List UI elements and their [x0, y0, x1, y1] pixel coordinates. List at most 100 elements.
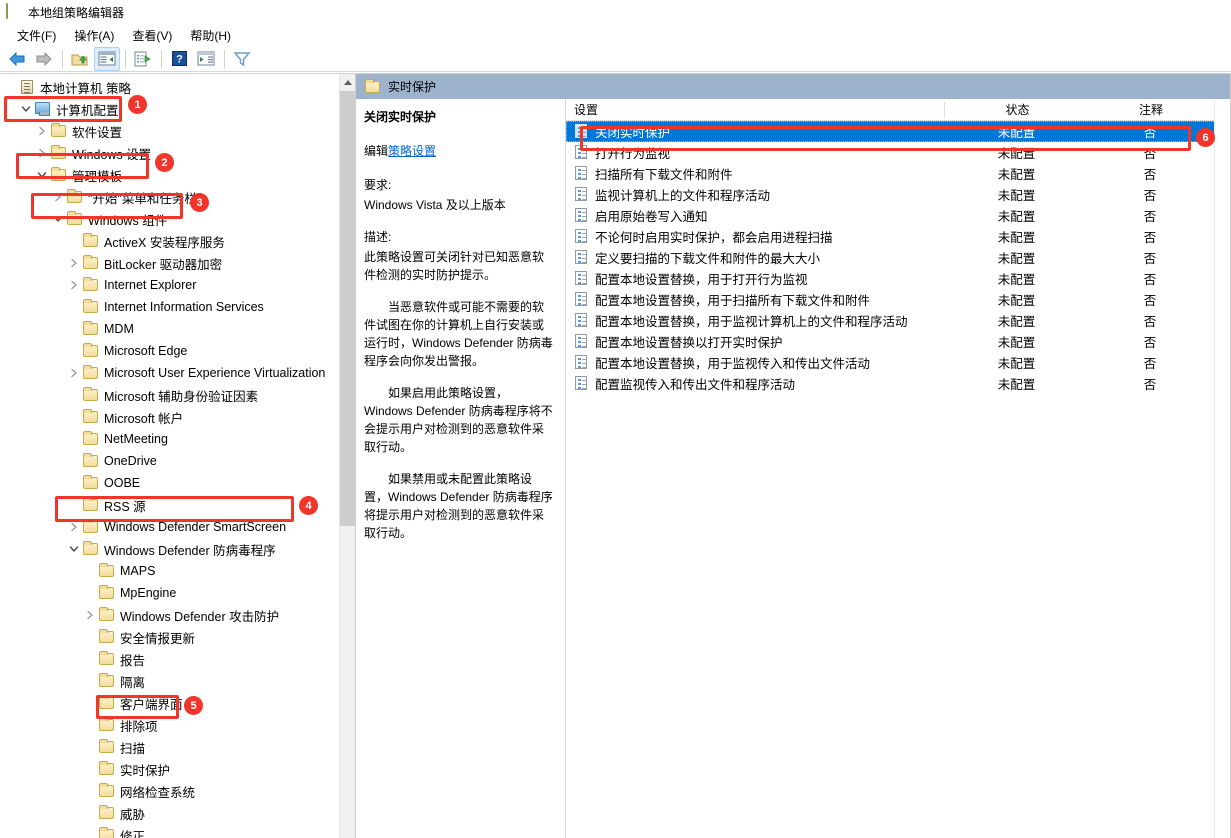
policy-setting-icon	[574, 229, 589, 244]
tree-item[interactable]: BitLocker 驱动器加密	[0, 252, 340, 274]
tree-item-label: Windows 组件	[88, 213, 168, 228]
show-pane-icon[interactable]	[193, 47, 219, 71]
chevron-right-icon[interactable]	[66, 274, 82, 296]
tree-item[interactable]: OneDrive	[0, 450, 340, 472]
tree-item[interactable]: 网络检查系统	[0, 780, 340, 802]
table-row[interactable]: 不论何时启用实时保护，都会启用进程扫描 未配置 否	[566, 226, 1230, 247]
filter-icon[interactable]	[229, 47, 255, 71]
table-row[interactable]: 配置本地设置替换，用于打开行为监视 未配置 否	[566, 268, 1230, 289]
tree-item[interactable]: 安全情报更新	[0, 626, 340, 648]
tree-item[interactable]: 扫描	[0, 736, 340, 758]
chevron-right-icon[interactable]	[66, 516, 82, 538]
tree-item[interactable]: Internet Information Services	[0, 296, 340, 318]
chevron-right-icon[interactable]	[66, 362, 82, 384]
folder-icon	[82, 431, 99, 446]
chevron-down-icon[interactable]	[34, 164, 50, 186]
tree-item[interactable]: 排除项	[0, 714, 340, 736]
table-row[interactable]: 配置本地设置替换，用于监视传入和传出文件活动 未配置 否	[566, 352, 1230, 373]
table-row[interactable]: 启用原始卷写入通知 未配置 否	[566, 205, 1230, 226]
tree-item[interactable]: 本地计算机 策略	[0, 76, 340, 98]
chevron-right-icon[interactable]	[82, 604, 98, 626]
table-row[interactable]: 配置本地设置替换，用于扫描所有下载文件和附件 未配置 否	[566, 289, 1230, 310]
table-row[interactable]: 定义要扫描的下载文件和附件的最大大小 未配置 否	[566, 247, 1230, 268]
setting-name: 配置本地设置替换，用于监视计算机上的文件和程序活动	[595, 315, 908, 329]
tree-item-label: 实时保护	[120, 763, 171, 778]
tree-item[interactable]: Windows Defender 防病毒程序	[0, 538, 340, 560]
chevron-down-icon[interactable]	[18, 98, 34, 120]
chevron-down-icon[interactable]	[66, 538, 82, 560]
tree-scroll-up-icon[interactable]	[340, 74, 355, 91]
tree-item[interactable]: Windows Defender 攻击防护	[0, 604, 340, 626]
tree-item[interactable]: 隔离	[0, 670, 340, 692]
menu-action[interactable]: 操作(A)	[65, 25, 123, 46]
table-row[interactable]: 监视计算机上的文件和程序活动 未配置 否	[566, 184, 1230, 205]
tree-item[interactable]: ActiveX 安装程序服务	[0, 230, 340, 252]
tree-item[interactable]: 计算机配置	[0, 98, 340, 120]
export-list-icon[interactable]	[130, 47, 156, 71]
tree-item[interactable]: 客户端界面	[0, 692, 340, 714]
tree-item[interactable]: 修正	[0, 824, 340, 838]
tree-item[interactable]: MpEngine	[0, 582, 340, 604]
tree-item[interactable]: 实时保护	[0, 758, 340, 780]
folder-icon	[98, 761, 115, 776]
chevron-right-icon[interactable]	[34, 142, 50, 164]
tree-item[interactable]: MAPS	[0, 560, 340, 582]
column-header-comment[interactable]: 注释	[1090, 101, 1212, 118]
forward-icon[interactable]	[31, 47, 57, 71]
tree-item-label: 扫描	[120, 741, 146, 756]
chevron-right-icon[interactable]	[50, 186, 66, 208]
table-row[interactable]: 配置本地设置替换，用于监视计算机上的文件和程序活动 未配置 否	[566, 310, 1230, 331]
table-row[interactable]: 扫描所有下载文件和附件 未配置 否	[566, 163, 1230, 184]
policy-setting-link[interactable]: 策略设置	[388, 144, 436, 158]
tree-item[interactable]: Windows Defender SmartScreen	[0, 516, 340, 538]
toolbar-separator	[224, 49, 225, 68]
menu-help[interactable]: 帮助(H)	[181, 25, 240, 46]
table-row[interactable]: 配置本地设置替换以打开实时保护 未配置 否	[566, 331, 1230, 352]
tree-item[interactable]: "开始"菜单和任务栏	[0, 186, 340, 208]
menu-view[interactable]: 查看(V)	[123, 25, 181, 46]
help-icon[interactable]: ?	[166, 47, 192, 71]
show-hide-tree-icon[interactable]	[94, 46, 120, 71]
table-row[interactable]: 配置监视传入和传出文件和程序活动 未配置 否	[566, 373, 1230, 394]
tree-item[interactable]: Microsoft Edge	[0, 340, 340, 362]
table-row[interactable]: 关闭实时保护 未配置 否	[566, 121, 1230, 142]
back-icon[interactable]	[4, 47, 30, 71]
tree-item[interactable]: OOBE	[0, 472, 340, 494]
tree-item-label: 威胁	[120, 807, 146, 822]
list-vertical-scrollbar[interactable]	[1214, 99, 1230, 838]
tree-item[interactable]: MDM	[0, 318, 340, 340]
tree-item[interactable]: 威胁	[0, 802, 340, 824]
tree-item[interactable]: Windows 组件	[0, 208, 340, 230]
tree-vertical-scrollbar[interactable]	[339, 74, 355, 838]
column-header-state[interactable]: 状态	[945, 101, 1090, 118]
tree-item[interactable]: Microsoft 辅助身份验证因素	[0, 384, 340, 406]
table-row[interactable]: 打开行为监视 未配置 否	[566, 142, 1230, 163]
tree-item[interactable]: Microsoft User Experience Virtualization	[0, 362, 340, 384]
tree-item[interactable]: 报告	[0, 648, 340, 670]
policy-tree[interactable]: 本地计算机 策略 计算机配置 软件设置 Windows 设置管理模板 "开始"菜单和任务…	[0, 74, 340, 838]
up-folder-icon[interactable]	[67, 47, 93, 71]
tree-item-label: 管理模板	[72, 169, 123, 184]
setting-state: 未配置	[997, 189, 1036, 203]
tree-item[interactable]: Internet Explorer	[0, 274, 340, 296]
column-header-setting[interactable]: 设置	[566, 101, 944, 118]
tree-item[interactable]: Microsoft 帐户	[0, 406, 340, 428]
chevron-right-icon[interactable]	[34, 120, 50, 142]
chevron-down-icon[interactable]	[50, 208, 66, 230]
setting-comment: 否	[1143, 210, 1157, 224]
tree-item[interactable]: 软件设置	[0, 120, 340, 142]
chevron-right-icon[interactable]	[66, 252, 82, 274]
setting-state: 未配置	[997, 210, 1036, 224]
setting-comment: 否	[1143, 147, 1157, 161]
tree-item-label: OOBE	[104, 476, 141, 490]
policy-setting-icon	[574, 334, 589, 349]
tree-scroll-thumb[interactable]	[340, 91, 355, 526]
tree-item[interactable]: Windows 设置	[0, 142, 340, 164]
menu-file[interactable]: 文件(F)	[8, 25, 65, 46]
tree-item[interactable]: NetMeeting	[0, 428, 340, 450]
folder-icon	[82, 519, 99, 534]
settings-list-rows[interactable]: 关闭实时保护 未配置否打开行为监视 未配置否扫描所有下载文件和附件 未配置否监视计算机…	[566, 121, 1230, 394]
tree-item[interactable]: 管理模板	[0, 164, 340, 186]
tree-item[interactable]: RSS 源	[0, 494, 340, 516]
